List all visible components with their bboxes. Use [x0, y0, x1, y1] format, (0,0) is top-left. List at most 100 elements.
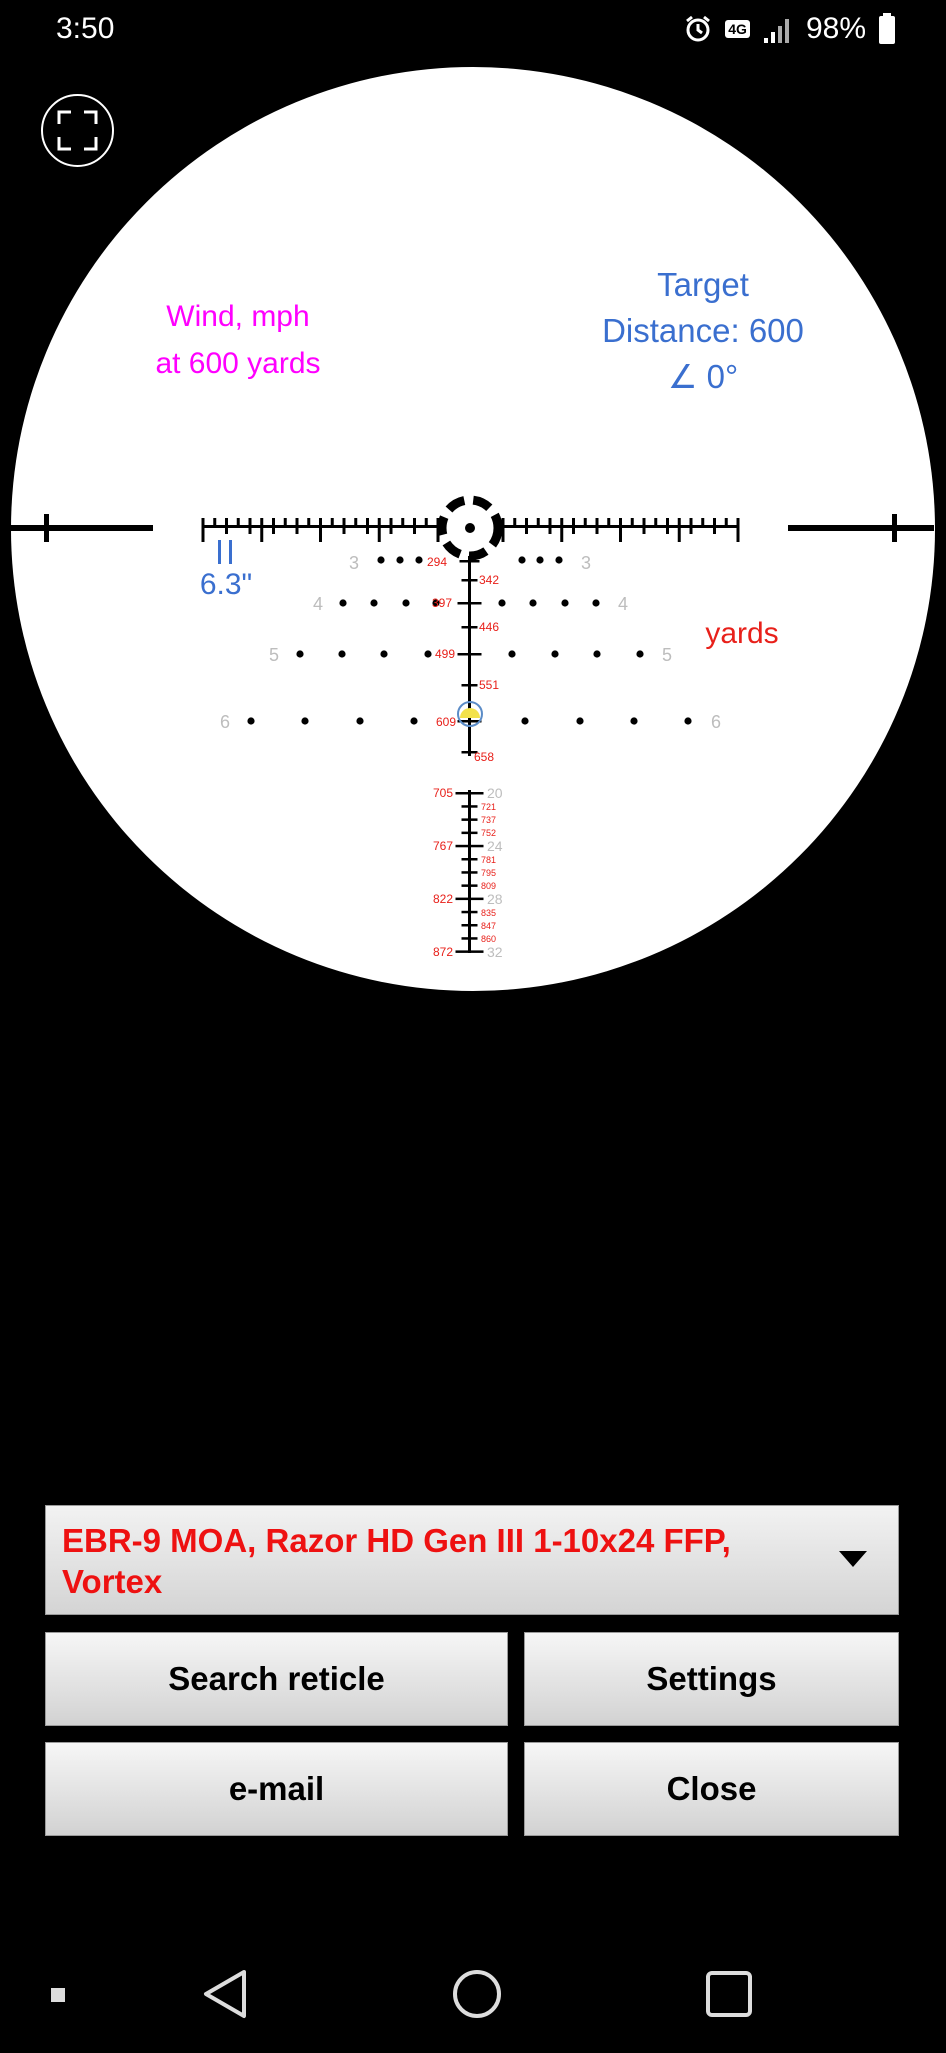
hscale-tick [689, 518, 693, 534]
hscale-tick [354, 518, 358, 527]
hscale-tick [283, 518, 287, 527]
wind-dot [529, 599, 537, 607]
upper-range-tick [461, 684, 478, 687]
wind-dot [630, 717, 638, 725]
range-342: 342 [479, 573, 499, 587]
lower-range-tick [461, 871, 478, 874]
wind-dot [636, 650, 644, 658]
hscale-tick [401, 518, 405, 527]
upper-range-tick [457, 602, 482, 605]
wind-dot [402, 599, 410, 607]
hscale-tick [713, 518, 716, 534]
wind-dot [339, 599, 347, 607]
wind-dot [561, 599, 569, 607]
close-button[interactable]: Close [524, 1742, 899, 1836]
hscale-tick [677, 518, 681, 542]
range-551: 551 [479, 678, 499, 692]
moa-32: 32 [487, 944, 503, 960]
range-767: 767 [433, 839, 453, 853]
email-button[interactable]: e-mail [45, 1742, 508, 1836]
network-4g-icon: 4G [725, 20, 750, 38]
back-icon[interactable] [204, 1970, 246, 2018]
wind-mark-3-right: 3 [581, 553, 591, 573]
hscale-tick [201, 518, 205, 542]
hscale-tick [630, 518, 634, 527]
hscale-tick [548, 518, 552, 534]
lower-range-tick [461, 910, 478, 914]
left-post-tick [44, 514, 49, 542]
hscale-tick [225, 518, 228, 534]
scope-view: Wind, mph at 600 yards Target Distance: … [0, 60, 946, 1000]
hscale-tick [307, 518, 311, 527]
upper-range-tick [461, 626, 478, 629]
scope-reticle: Wind, mph at 600 yards Target Distance: … [8, 67, 935, 991]
hscale-tick [248, 518, 252, 534]
wind-mark-5-left: 5 [269, 645, 279, 665]
spacing-value: 6.3" [200, 568, 252, 601]
range-499: 499 [435, 647, 455, 661]
navigation-bar [0, 1940, 946, 2048]
hscale-tick [319, 518, 322, 542]
hscale-tick [607, 518, 611, 527]
hscale-tick [330, 518, 334, 527]
moa-28: 28 [487, 891, 503, 907]
lower-range-tick [461, 831, 478, 835]
wind-dot [551, 650, 559, 658]
moa-20: 20 [487, 785, 503, 801]
range-872: 872 [433, 945, 453, 959]
settings-button[interactable]: Settings [524, 1632, 899, 1726]
hscale-tick [366, 518, 369, 534]
status-time: 3:50 [56, 12, 115, 45]
range-752: 752 [481, 828, 496, 838]
wind-label-line2: at 600 yards [155, 347, 320, 380]
wind-dot [592, 599, 600, 607]
wind-dot [424, 650, 432, 658]
target-distance: Distance: 600 [602, 312, 804, 349]
dropdown-arrow-icon [839, 1551, 867, 1567]
wind-dot [370, 599, 378, 607]
recents-icon[interactable] [706, 1971, 752, 2017]
search-reticle-button[interactable]: Search reticle [45, 1632, 508, 1726]
lower-range-tick [455, 792, 484, 795]
hscale-tick [236, 518, 240, 527]
hscale-tick [377, 518, 381, 542]
hscale-tick [642, 518, 646, 534]
hscale-tick [389, 518, 393, 534]
spacing-bar-right [229, 540, 232, 564]
wind-dot [576, 717, 584, 725]
hscale-tick [619, 518, 622, 542]
hscale-tick [583, 518, 587, 527]
right-post [788, 525, 934, 531]
wind-mark-6-left: 6 [220, 712, 230, 732]
hscale-tick [272, 518, 275, 534]
reticle-dropdown[interactable]: EBR-9 MOA, Razor HD Gen III 1-10x24 FFP,… [45, 1505, 899, 1615]
lower-range-tick [461, 805, 478, 808]
range-781: 781 [481, 855, 496, 865]
hscale-tick [701, 518, 705, 527]
wind-dot [498, 599, 506, 607]
wind-mark-3-left: 3 [349, 553, 359, 573]
wind-dot [593, 650, 601, 658]
wind-dot [521, 717, 529, 725]
upper-range-tick [457, 653, 482, 656]
upper-range-tick [459, 560, 480, 563]
yards-label: yards [705, 617, 778, 650]
hscale-tick [424, 518, 428, 527]
wind-dot [296, 650, 304, 658]
hscale-tick [724, 518, 728, 527]
left-post [8, 525, 153, 531]
wind-mark-4-left: 4 [313, 594, 323, 614]
hscale-tick [666, 518, 669, 534]
wind-dot [377, 556, 385, 564]
target-angle: ∠ 0° [668, 358, 738, 395]
range-835: 835 [481, 908, 496, 918]
range-397: 397 [432, 596, 452, 610]
hscale-tick [536, 518, 540, 527]
home-icon[interactable] [453, 1970, 501, 2018]
range-809: 809 [481, 881, 496, 891]
hscale-tick [513, 518, 517, 527]
wind-dot [301, 717, 309, 725]
alarm-icon [686, 15, 711, 42]
range-294: 294 [427, 555, 447, 569]
range-705: 705 [433, 786, 453, 800]
